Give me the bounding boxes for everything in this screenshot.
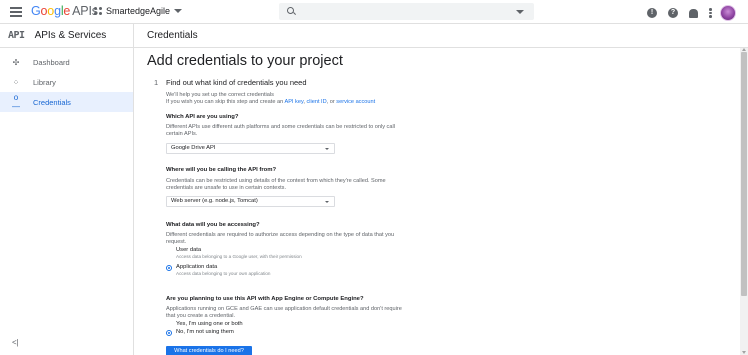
feedback-icon[interactable]: ! xyxy=(647,8,657,18)
api-question-desc: Different APIs use different auth platfo… xyxy=(166,124,395,138)
radio-not-using-engines[interactable]: No, I'm not using them xyxy=(166,329,234,336)
radio-application-data[interactable]: Application data Access data belonging t… xyxy=(166,264,271,277)
google-apis-logo[interactable]: Google APIs xyxy=(31,4,98,18)
more-options-icon[interactable] xyxy=(709,8,712,18)
chevron-down-icon xyxy=(325,148,329,150)
radio-button-checked[interactable] xyxy=(166,264,172,271)
scroll-down-icon[interactable] xyxy=(741,351,746,354)
api-question-label: Which API are you using? xyxy=(166,114,239,120)
page-header-title: Credentials xyxy=(147,30,198,41)
dashboard-icon: ✣ xyxy=(12,57,20,67)
engine-question-label: Are you planning to use this API with Ap… xyxy=(166,296,364,302)
chevron-down-icon xyxy=(174,9,183,13)
service-account-link[interactable]: service account xyxy=(336,99,375,105)
collapse-sidebar-icon[interactable]: <| xyxy=(12,338,19,347)
hamburger-menu-icon[interactable] xyxy=(10,7,22,17)
project-name: SmartedgeAgile xyxy=(106,6,171,16)
step-number: 1 xyxy=(154,78,159,87)
search-dropdown-icon[interactable] xyxy=(516,10,524,14)
page-title: Add credentials to your project xyxy=(147,53,343,69)
radio-using-engines[interactable]: Yes, I'm using one or both xyxy=(166,321,243,328)
sidebar-item-label: Library xyxy=(33,77,56,87)
radio-button[interactable] xyxy=(166,248,172,254)
intro-text: We'll help you set up the correct creden… xyxy=(166,92,376,106)
sidebar-item-dashboard[interactable]: ✣ Dashboard xyxy=(0,52,133,72)
what-credentials-button[interactable]: What credentials do I need? xyxy=(166,346,252,355)
library-icon: ⁘ xyxy=(12,77,20,87)
key-icon: o— xyxy=(12,93,20,111)
scrollbar-thumb[interactable] xyxy=(741,52,747,296)
sidebar-item-credentials[interactable]: o— Credentials xyxy=(0,92,133,112)
search-icon xyxy=(287,7,294,14)
data-access-question-desc: Different credentials are required to au… xyxy=(166,232,395,246)
notifications-icon[interactable] xyxy=(689,8,698,18)
calling-from-question-desc: Credentials can be restricted using deta… xyxy=(166,178,386,192)
calling-from-question-label: Where will you be calling the API from? xyxy=(166,167,277,173)
search-input[interactable] xyxy=(279,3,534,20)
page-header: Credentials xyxy=(134,24,748,48)
client-id-link[interactable]: client ID xyxy=(306,99,326,105)
main-content: Add credentials to your project 1 Find o… xyxy=(134,48,740,355)
top-app-bar: Google APIs SmartedgeAgile ! ? xyxy=(0,0,748,24)
help-icon[interactable]: ? xyxy=(668,8,678,18)
sidebar-title: APIs & Services xyxy=(34,30,107,41)
chevron-down-icon xyxy=(325,201,329,203)
scroll-up-icon[interactable] xyxy=(741,48,746,51)
radio-user-data[interactable]: User data Access data belonging to a Goo… xyxy=(166,247,302,260)
calling-from-select[interactable]: Web server (e.g. node.js, Tomcat) xyxy=(166,196,335,207)
radio-button[interactable] xyxy=(166,322,172,328)
sidebar: API APIs & Services ✣ Dashboard ⁘ Librar… xyxy=(0,24,134,355)
api-key-link[interactable]: API key xyxy=(284,99,303,105)
step-title: Find out what kind of credentials you ne… xyxy=(166,78,307,87)
api-icon: API xyxy=(8,30,25,41)
scrollbar[interactable] xyxy=(740,48,748,355)
top-actions: ! ? xyxy=(636,5,736,21)
project-dots-icon xyxy=(94,6,103,16)
api-select[interactable]: Google Drive API xyxy=(166,143,335,154)
radio-button-checked[interactable] xyxy=(166,329,172,336)
avatar[interactable] xyxy=(720,5,736,21)
sidebar-item-label: Dashboard xyxy=(33,57,70,67)
project-selector[interactable]: SmartedgeAgile xyxy=(94,6,183,16)
engine-question-desc: Applications running on GCE and GAE can … xyxy=(166,306,402,320)
sidebar-header: API APIs & Services xyxy=(0,24,133,48)
sidebar-item-library[interactable]: ⁘ Library xyxy=(0,72,133,92)
sidebar-item-label: Credentials xyxy=(33,97,71,107)
data-access-question-label: What data will you be accessing? xyxy=(166,222,260,228)
